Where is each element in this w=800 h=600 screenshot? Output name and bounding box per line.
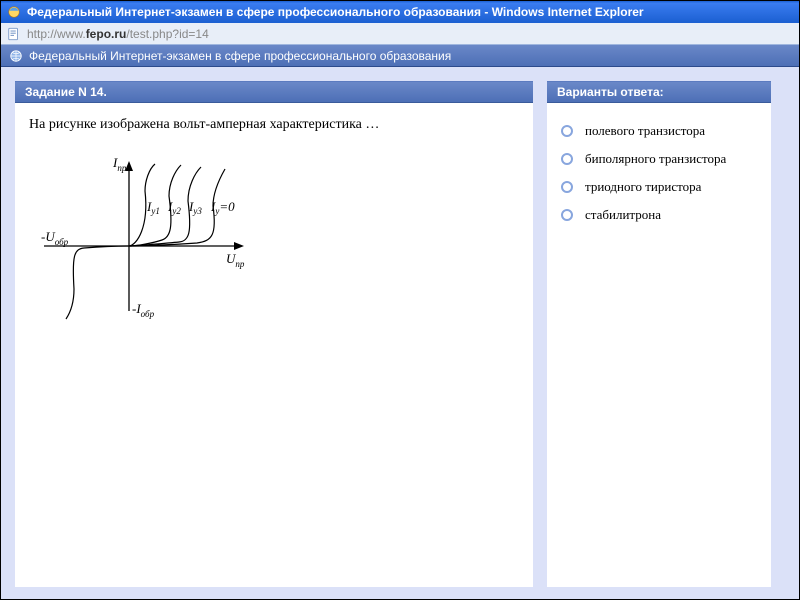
answers-body: полевого транзистора биполярного транзис…: [547, 103, 771, 587]
answer-text: триодного тиристора: [585, 179, 701, 195]
ie-icon: [7, 5, 21, 19]
address-bar: http://www.fepo.ru/test.php?id=14: [1, 23, 799, 45]
question-text: На рисунке изображена вольт-амперная хар…: [29, 117, 519, 133]
svg-text:Uпр: Uпр: [226, 251, 245, 269]
url-prefix: http://www.: [27, 27, 86, 41]
answer-text: биполярного транзистора: [585, 151, 726, 167]
svg-text:Iу1: Iу1: [146, 199, 160, 216]
radio-icon[interactable]: [561, 153, 573, 165]
radio-icon[interactable]: [561, 125, 573, 137]
site-ribbon-text: Федеральный Интернет-экзамен в сфере про…: [29, 49, 451, 63]
window-title: Федеральный Интернет-экзамен в сфере про…: [27, 5, 644, 19]
task-panel: Задание N 14. На рисунке изображена воль…: [15, 81, 533, 587]
svg-text:-Iобр: -Iобр: [132, 301, 155, 319]
task-body: На рисунке изображена вольт-амперная хар…: [15, 103, 533, 587]
answer-option[interactable]: стабилитрона: [561, 201, 757, 229]
page-icon: [7, 27, 21, 41]
url-text[interactable]: http://www.fepo.ru/test.php?id=14: [27, 27, 209, 41]
answer-text: стабилитрона: [585, 207, 661, 223]
site-ribbon: Федеральный Интернет-экзамен в сфере про…: [1, 45, 799, 67]
answer-text: полевого транзистора: [585, 123, 705, 139]
task-header: Задание N 14.: [15, 81, 533, 103]
answer-option[interactable]: полевого транзистора: [561, 117, 757, 145]
window-title-bar: Федеральный Интернет-экзамен в сфере про…: [1, 1, 799, 23]
globe-icon: [9, 49, 23, 63]
url-domain: fepo.ru: [86, 27, 127, 41]
answer-option[interactable]: триодного тиристора: [561, 173, 757, 201]
content-area: Задание N 14. На рисунке изображена воль…: [1, 67, 799, 599]
svg-text:-Uобр: -Uобр: [41, 229, 69, 247]
svg-text:Iу3: Iу3: [188, 199, 202, 216]
radio-icon[interactable]: [561, 209, 573, 221]
answers-header: Варианты ответа:: [547, 81, 771, 103]
url-path: /test.php?id=14: [126, 27, 208, 41]
svg-text:Iу2: Iу2: [167, 199, 181, 216]
iv-curve-diagram: Iпр Uпр -Uобр -Iобр Iу1 Iу2 Iу3 Iу=0: [29, 141, 289, 331]
svg-text:Iу=0: Iу=0: [210, 199, 235, 216]
svg-text:Iпр: Iпр: [112, 155, 127, 173]
radio-icon[interactable]: [561, 181, 573, 193]
answer-option[interactable]: биполярного транзистора: [561, 145, 757, 173]
answers-list: полевого транзистора биполярного транзис…: [561, 117, 757, 229]
answers-panel: Варианты ответа: полевого транзистора би…: [547, 81, 771, 587]
